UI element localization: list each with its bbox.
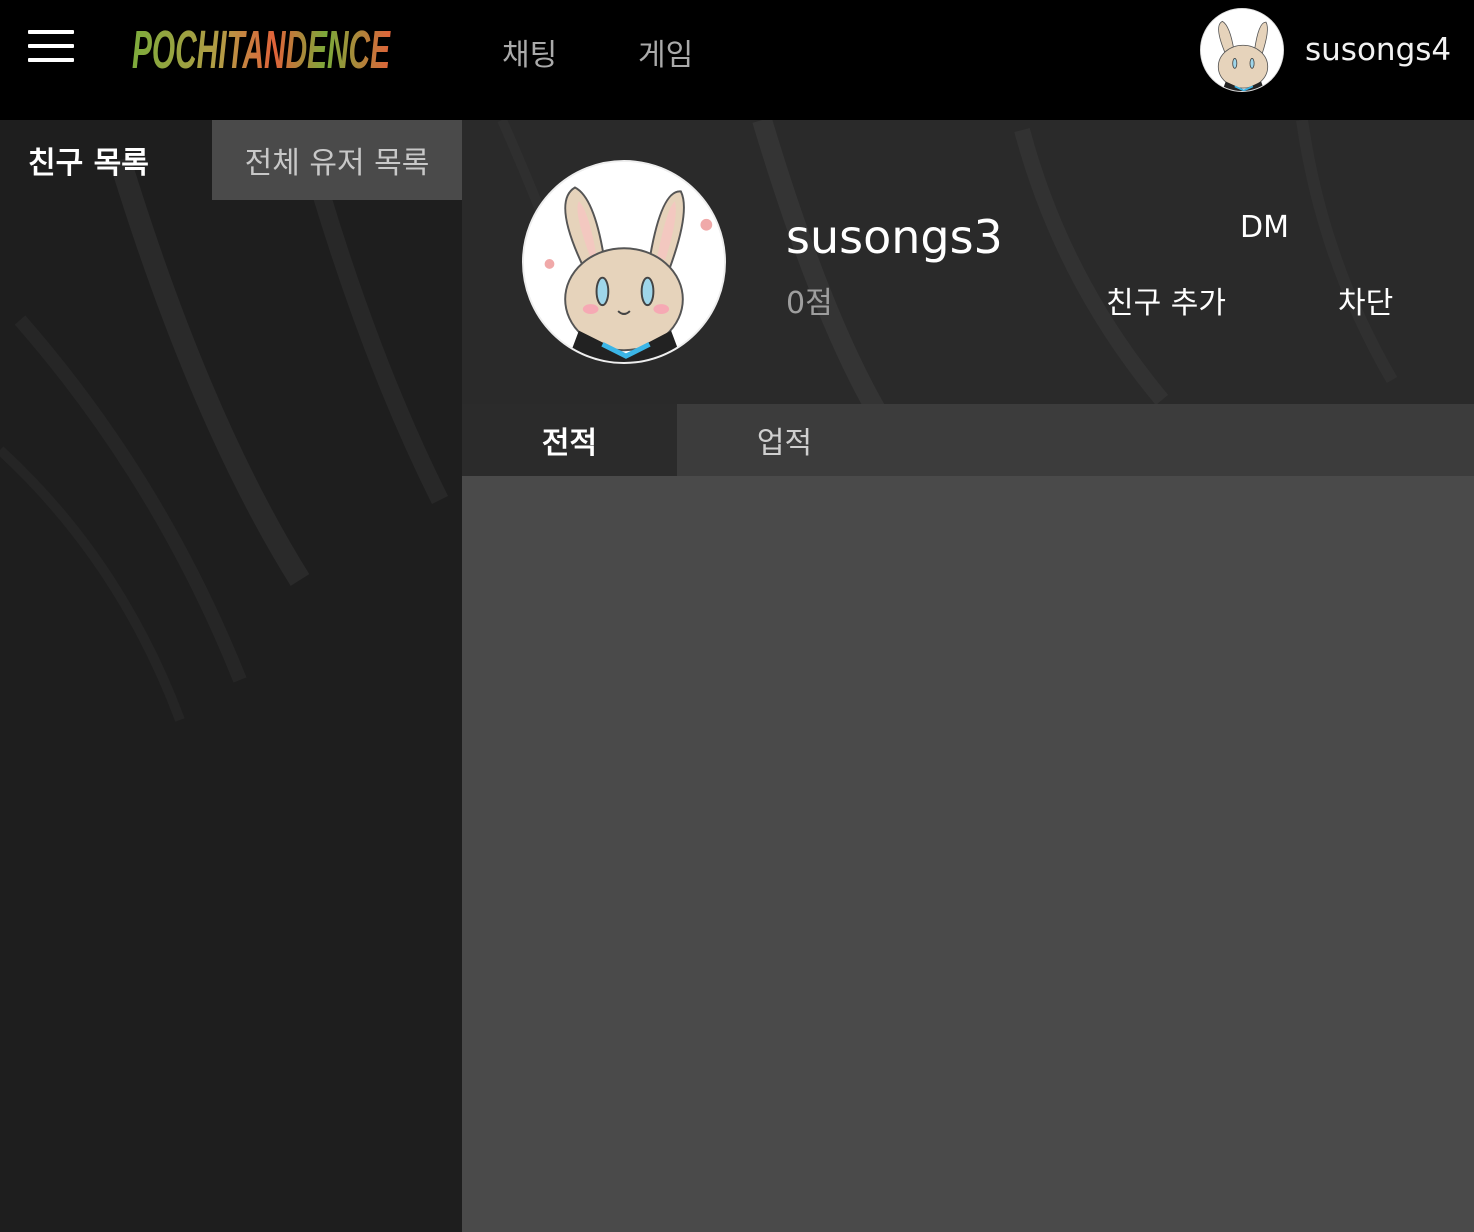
tab-all-users-list[interactable]: 전체 유저 목록 xyxy=(212,120,462,200)
tab-content-area xyxy=(462,476,1474,1232)
top-nav-bar: POCHITANDENCE 채팅 게임 susongs4 xyxy=(0,0,1474,120)
add-friend-button[interactable]: 친구 추가 xyxy=(1106,278,1226,322)
block-button[interactable]: 차단 xyxy=(1338,278,1393,322)
svg-text:POCHITANDENCE: POCHITANDENCE xyxy=(132,20,391,76)
hamburger-menu-icon[interactable] xyxy=(28,30,76,64)
profile-username: susongs3 xyxy=(786,210,1003,264)
rabbit-avatar-icon xyxy=(1201,9,1283,91)
background-texture xyxy=(0,120,449,722)
profile-tabs: 전적 업적 xyxy=(462,404,1474,476)
nav-chat-link[interactable]: 채팅 xyxy=(502,30,557,74)
app-logo[interactable]: POCHITANDENCE xyxy=(132,20,394,76)
nav-game-link[interactable]: 게임 xyxy=(638,30,693,74)
profile-score: 0점 xyxy=(786,286,833,321)
rabbit-avatar-icon xyxy=(524,162,724,362)
tab-achievements[interactable]: 업적 xyxy=(677,404,892,476)
current-username[interactable]: susongs4 xyxy=(1305,32,1451,68)
friends-sidebar: 친구 목록 전체 유저 목록 xyxy=(0,120,462,1232)
profile-panel: susongs3 0점 DM 친구 추가 차단 전적 업적 xyxy=(462,120,1474,1232)
user-avatar[interactable] xyxy=(1200,8,1284,92)
tab-match-history[interactable]: 전적 xyxy=(462,404,677,476)
profile-avatar xyxy=(522,160,726,364)
tab-friends-list[interactable]: 친구 목록 xyxy=(0,120,212,200)
dm-button[interactable]: DM xyxy=(1240,210,1289,245)
